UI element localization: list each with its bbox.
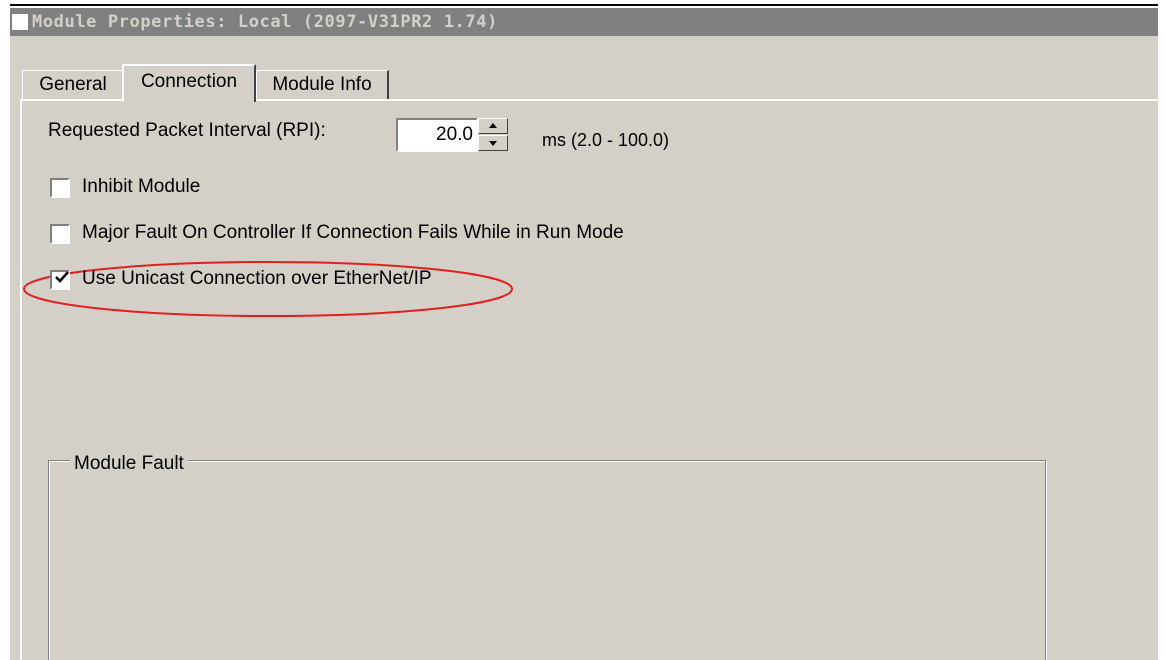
arrow-up-icon — [489, 123, 497, 128]
arrow-down-icon — [489, 141, 497, 146]
window-title: Module Properties: Local (2097-V31PR2 1.… — [32, 12, 498, 32]
major-fault-checkbox[interactable] — [50, 224, 70, 244]
checkmark-icon — [55, 271, 69, 283]
rpi-range-label: ms (2.0 - 100.0) — [542, 130, 670, 150]
major-fault-label: Major Fault On Controller If Connection … — [82, 222, 624, 243]
rpi-spinner — [478, 118, 510, 152]
module-fault-groupbox — [48, 460, 1046, 660]
rpi-input[interactable]: 20.0 — [396, 118, 478, 152]
tab-connection[interactable]: Connection — [122, 64, 256, 102]
window-icon — [12, 14, 28, 30]
rpi-label: Requested Packet Interval (RPI): — [48, 120, 326, 141]
inhibit-module-label: Inhibit Module — [82, 176, 201, 197]
top-rule — [10, 4, 1158, 6]
tab-general[interactable]: General — [22, 70, 124, 99]
rpi-increment-button[interactable] — [478, 118, 508, 134]
module-properties-window: Module Properties: Local (2097-V31PR2 1.… — [10, 8, 1158, 660]
unicast-connection-label: Use Unicast Connection over EtherNet/IP — [82, 268, 432, 289]
tab-module-info[interactable]: Module Info — [256, 70, 389, 99]
title-bar[interactable]: Module Properties: Local (2097-V31PR2 1.… — [10, 8, 1158, 36]
rpi-decrement-button[interactable] — [478, 135, 508, 151]
inhibit-module-checkbox[interactable] — [50, 178, 70, 198]
module-fault-label: Module Fault — [70, 453, 188, 475]
unicast-connection-checkbox[interactable] — [50, 270, 70, 290]
